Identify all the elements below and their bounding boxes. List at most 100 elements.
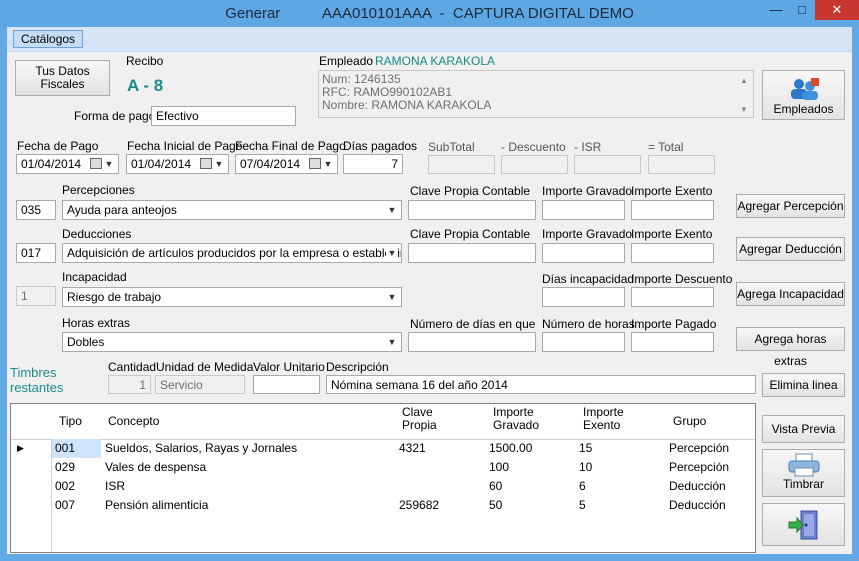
chevron-down-icon[interactable]: ▼ — [103, 158, 115, 170]
fecha-pago-picker[interactable]: 01/04/2014 ▼ — [16, 154, 119, 174]
percepcion-gravado-input[interactable] — [542, 200, 625, 220]
descripcion-input[interactable]: Nómina semana 16 del año 2014 — [326, 375, 756, 394]
importe-descuento-input[interactable] — [631, 287, 714, 307]
cell-clave[interactable]: 4321 — [399, 441, 426, 455]
total-field — [648, 155, 715, 174]
deduccion-gravado-input[interactable] — [542, 243, 625, 263]
cell-gravado[interactable]: 1500.00 — [489, 441, 532, 455]
calendar-icon[interactable] — [90, 158, 102, 169]
subtotal-field — [428, 155, 495, 174]
menu-bar: Catálogos — [7, 27, 852, 52]
percepcion-code-input[interactable]: 035 — [16, 200, 56, 220]
table-row[interactable]: 007 Pensión alimenticia 259682 50 5 Dedu… — [11, 496, 755, 515]
header-tipo[interactable]: Tipo — [59, 415, 82, 428]
window-title: Generar AAA010101AAA - CAPTURA DIGITAL D… — [0, 5, 859, 22]
percepcion-clave-input[interactable] — [408, 200, 536, 220]
calendar-icon[interactable] — [200, 158, 212, 169]
fecha-final-picker[interactable]: 07/04/2014 ▼ — [235, 154, 338, 174]
empleados-button[interactable]: Empleados — [762, 70, 845, 120]
elimina-linea-button[interactable]: Elimina linea — [762, 373, 845, 397]
forma-pago-input[interactable]: Efectivo — [151, 106, 296, 126]
cell-concepto[interactable]: ISR — [105, 479, 125, 493]
horas-extras-select[interactable]: Dobles ▼ — [62, 332, 402, 352]
horas-extras-label: Horas extras — [62, 316, 131, 330]
deduccion-exento-label: Importe Exento — [631, 227, 713, 241]
cell-gravado[interactable]: 60 — [489, 479, 502, 493]
cell-exento[interactable]: 15 — [579, 441, 592, 455]
valor-unitario-input[interactable] — [253, 375, 320, 394]
cell-exento[interactable]: 6 — [579, 479, 586, 493]
scroll-down-icon[interactable]: ▼ — [740, 103, 750, 116]
percepcion-select[interactable]: Ayuda para anteojos ▼ — [62, 200, 402, 220]
unidad-medida-input[interactable]: Servicio — [155, 375, 245, 394]
incapacidad-code-input[interactable]: 1 — [16, 286, 56, 306]
percepcion-gravado-label: Importe Gravado — [542, 184, 633, 198]
cantidad-input[interactable]: 1 — [108, 375, 151, 394]
menu-catalogos[interactable]: Catálogos — [13, 30, 84, 48]
agrega-horas-extras-button[interactable]: Agrega horas extras — [736, 327, 845, 368]
dias-pagados-input[interactable]: 7 — [343, 154, 403, 174]
header-grupo[interactable]: Grupo — [673, 415, 706, 428]
forma-pago-label: Forma de pago — [74, 109, 156, 123]
deduccion-clave-input[interactable] — [408, 243, 536, 263]
cell-concepto[interactable]: Pensión alimenticia — [105, 498, 208, 512]
cell-gravado[interactable]: 100 — [489, 460, 509, 474]
cell-concepto[interactable]: Vales de despensa — [105, 460, 206, 474]
cell-tipo[interactable]: 001 — [52, 439, 101, 458]
numero-dias-input[interactable] — [408, 332, 536, 352]
deduccion-exento-input[interactable] — [631, 243, 714, 263]
tus-datos-fiscales-button[interactable]: Tus Datos Fiscales — [15, 60, 110, 96]
close-button[interactable]: ✕ — [815, 0, 859, 20]
percepcion-exento-input[interactable] — [631, 200, 714, 220]
cell-clave[interactable]: 259682 — [399, 498, 439, 512]
agregar-deduccion-button[interactable]: Agregar Deducción — [736, 237, 845, 261]
recibo-value: A - 8 — [127, 76, 164, 95]
table-row[interactable]: 029 Vales de despensa 100 10 Percepción — [11, 458, 755, 477]
empleado-label: Empleado — [319, 54, 374, 68]
cell-concepto[interactable]: Sueldos, Salarios, Rayas y Jornales — [105, 441, 297, 455]
vista-previa-button[interactable]: Vista Previa — [762, 415, 845, 443]
minimize-button[interactable]: — — [763, 0, 789, 20]
header-clave[interactable]: Clave Propia — [402, 406, 437, 432]
table-row[interactable]: ▶ 001 Sueldos, Salarios, Rayas y Jornale… — [11, 439, 755, 458]
chevron-down-icon[interactable]: ▼ — [386, 291, 398, 303]
chevron-down-icon[interactable]: ▼ — [213, 158, 225, 170]
header-concepto[interactable]: Concepto — [108, 415, 159, 428]
header-exento-line2: Exento — [583, 418, 621, 432]
calendar-icon[interactable] — [309, 158, 321, 169]
deduccion-code-input[interactable]: 017 — [16, 243, 56, 263]
chevron-down-icon[interactable]: ▼ — [322, 158, 334, 170]
title-left: Generar — [225, 5, 281, 22]
timbrar-button[interactable]: Timbrar — [762, 449, 845, 497]
fecha-final-value: 07/04/2014 — [240, 157, 301, 171]
agrega-incapacidad-button[interactable]: Agrega Incapacidad — [736, 282, 845, 306]
cell-grupo[interactable]: Percepción — [669, 460, 729, 474]
incapacidad-select[interactable]: Riesgo de trabajo ▼ — [62, 287, 402, 307]
salir-button[interactable] — [762, 503, 845, 546]
chevron-down-icon[interactable]: ▼ — [386, 204, 398, 216]
deduccion-select[interactable]: Adquisición de artículos producidos por … — [62, 243, 402, 263]
maximize-button[interactable]: □ — [789, 0, 815, 20]
cell-exento[interactable]: 10 — [579, 460, 592, 474]
header-exento[interactable]: Importe Exento — [583, 406, 624, 432]
chevron-down-icon[interactable]: ▼ — [386, 336, 398, 348]
scroll-up-icon[interactable]: ▲ — [740, 74, 750, 87]
cell-exento[interactable]: 5 — [579, 498, 586, 512]
dias-incapacidad-input[interactable] — [542, 287, 625, 307]
chevron-down-icon[interactable]: ▼ — [386, 247, 398, 259]
cell-tipo[interactable]: 007 — [55, 498, 75, 512]
cell-tipo[interactable]: 029 — [55, 460, 75, 474]
fecha-inicial-picker[interactable]: 01/04/2014 ▼ — [126, 154, 229, 174]
cell-gravado[interactable]: 50 — [489, 498, 502, 512]
header-gravado[interactable]: Importe Gravado — [493, 406, 539, 432]
cell-tipo[interactable]: 002 — [55, 479, 75, 493]
table-row[interactable]: 002 ISR 60 6 Deducción — [11, 477, 755, 496]
agregar-percepcion-button[interactable]: Agregar Percepción — [736, 194, 845, 218]
numero-horas-input[interactable] — [542, 332, 625, 352]
importe-pagado-input[interactable] — [631, 332, 714, 352]
cell-grupo[interactable]: Deducción — [669, 498, 726, 512]
timbres-label-line2: restantes — [10, 380, 64, 395]
cell-grupo[interactable]: Deducción — [669, 479, 726, 493]
cell-grupo[interactable]: Percepción — [669, 441, 729, 455]
main-window: Generar AAA010101AAA - CAPTURA DIGITAL D… — [0, 0, 859, 561]
